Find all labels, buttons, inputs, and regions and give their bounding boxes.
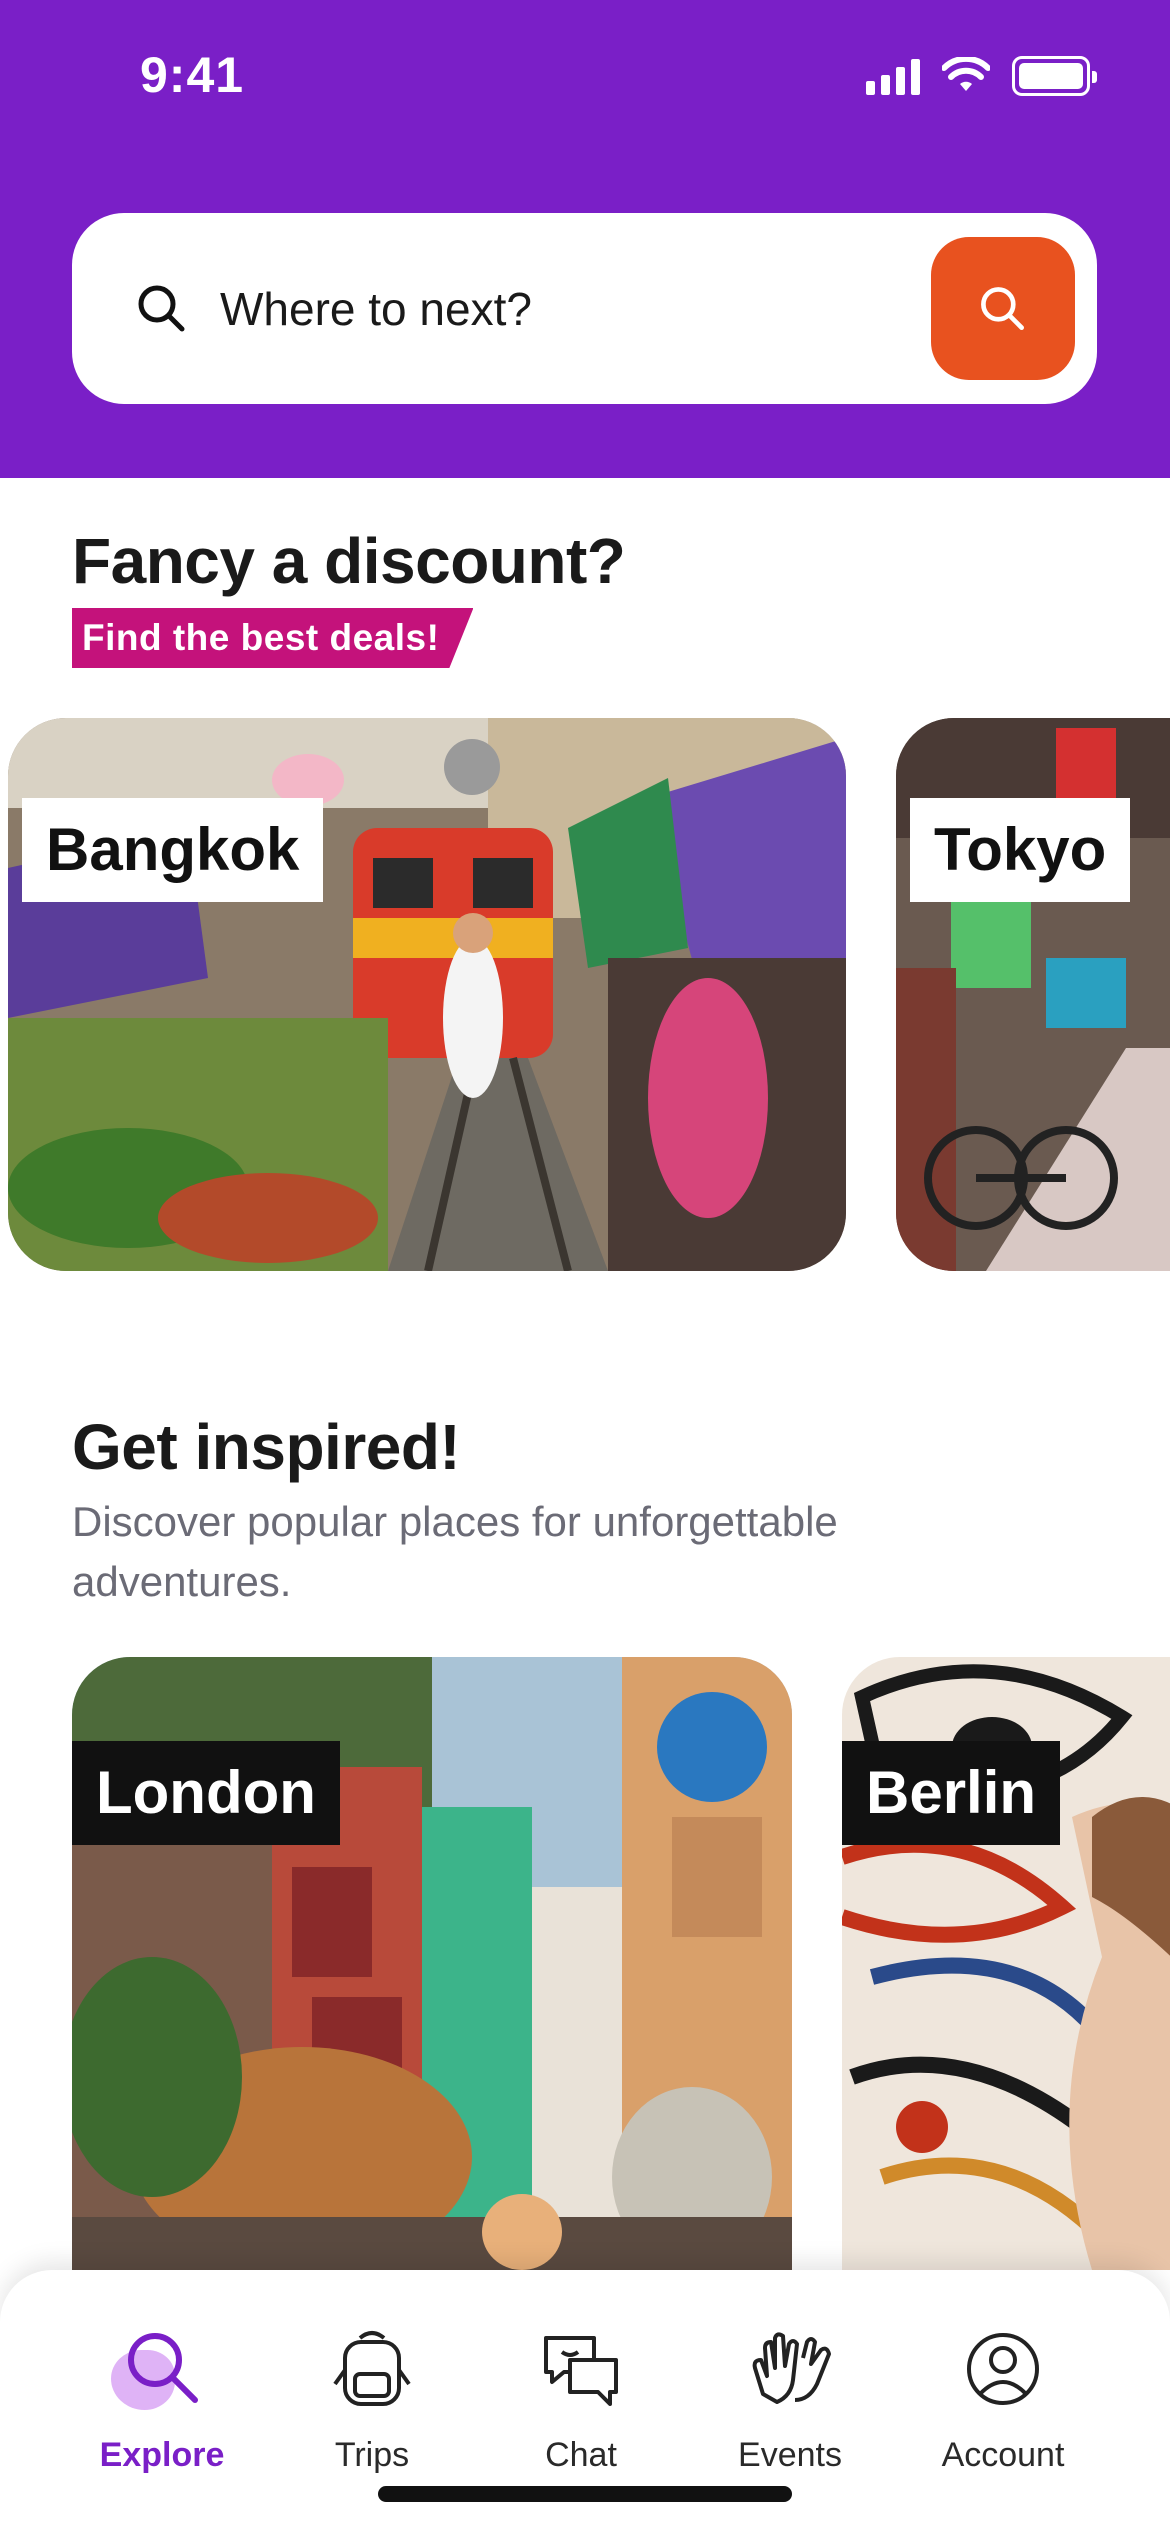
search-icon: [981, 286, 1024, 330]
nav-chat[interactable]: Chat: [481, 2324, 681, 2494]
home-indicator: [378, 2486, 792, 2502]
destination-card-berlin[interactable]: Berlin: [842, 1657, 1170, 2270]
search-icon: [138, 285, 185, 332]
status-bar: 9:41: [0, 0, 1170, 150]
city-label-berlin: Berlin: [842, 1741, 1061, 1845]
inspired-title: Get inspired!: [72, 1411, 461, 1483]
status-time: 9:41: [140, 47, 245, 103]
deals-tag: Find the best deals!: [72, 608, 474, 668]
header: 9:41: [0, 0, 1170, 478]
status-icons: [866, 56, 1097, 96]
inspired-subtitle: Discover popular places for unforgettabl…: [72, 1498, 838, 1605]
nav-explore[interactable]: Explore: [62, 2324, 262, 2494]
nav-events[interactable]: Events: [690, 2324, 890, 2494]
city-label-tokyo: Tokyo: [910, 798, 1131, 902]
battery-icon: [1012, 56, 1097, 96]
nav-trips[interactable]: Trips: [272, 2324, 472, 2494]
cellular-signal-icon: [866, 57, 920, 95]
nav-label-account: Account: [941, 2436, 1065, 2474]
chat-icon: [536, 2324, 626, 2414]
city-label-bangkok: Bangkok: [22, 798, 324, 902]
destination-card-bangkok[interactable]: Bangkok: [8, 718, 846, 1271]
search-button[interactable]: [931, 237, 1075, 380]
account-icon: [958, 2324, 1048, 2414]
nav-label-trips: Trips: [334, 2436, 410, 2474]
destination-card-london[interactable]: London: [72, 1657, 792, 2270]
nav-label-events: Events: [738, 2436, 842, 2474]
backpack-icon: [327, 2324, 417, 2414]
search-icon: [111, 2324, 207, 2414]
nav-account[interactable]: Account: [903, 2324, 1103, 2494]
hands-icon: [745, 2324, 835, 2414]
nav-label-chat: Chat: [545, 2436, 617, 2474]
search-input[interactable]: [220, 271, 820, 347]
discount-title: Fancy a discount?: [72, 525, 626, 597]
search-bar[interactable]: [72, 213, 1097, 404]
nav-label-explore: Explore: [99, 2436, 225, 2474]
destination-card-tokyo[interactable]: Tokyo: [896, 718, 1170, 1271]
wifi-icon: [942, 57, 990, 91]
city-label-london: London: [72, 1741, 340, 1845]
